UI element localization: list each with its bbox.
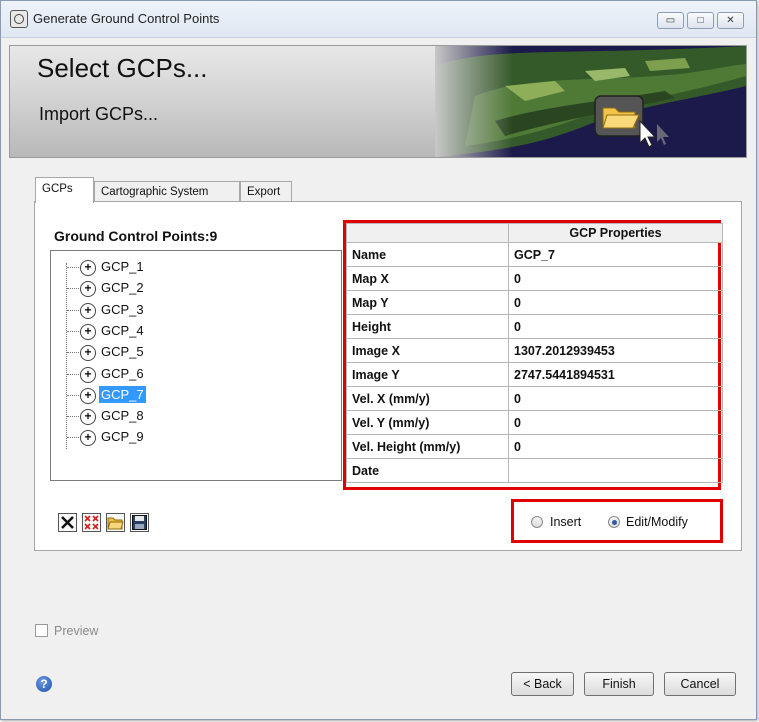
property-row: Name GCP_7 (346, 242, 723, 267)
close-button[interactable]: ✕ (717, 12, 744, 29)
tree-branch-line (67, 416, 81, 418)
tree-item-label: GCP_8 (101, 408, 144, 424)
property-key: Name (346, 242, 509, 267)
gcp-properties-table: GCP Properties Name GCP_7 Map X 0 Map Y 0 Heig… (346, 223, 723, 483)
insert-label: Insert (550, 515, 582, 529)
app-icon (10, 10, 28, 28)
gcp-node-icon: + (80, 430, 96, 447)
minimize-button[interactable]: ▭ (657, 12, 684, 29)
delete-gcp-button[interactable] (58, 513, 77, 532)
property-key: Map Y (346, 290, 509, 315)
tab-export[interactable]: Export (240, 181, 292, 201)
tree-branch-line (67, 267, 81, 268)
tree-branch-line (67, 288, 81, 290)
select-gcps-title: Select GCPs... (37, 53, 208, 83)
gcp-tree[interactable]: + GCP_1 + GCP_2 + GCP_3 + GCP_4 + GCP_5 + GCP_6 + GCP… (50, 250, 342, 481)
gcp-count: 9 (209, 228, 218, 244)
property-value[interactable]: 0 (508, 266, 723, 291)
property-row: Image Y 2747.5441894531 (346, 362, 723, 387)
properties-header-corner (346, 223, 509, 243)
property-value[interactable]: 0 (508, 290, 723, 315)
preview-checkbox[interactable] (35, 624, 48, 637)
property-row: Vel. X (mm/y) 0 (346, 386, 723, 411)
property-row: Height 0 (346, 314, 723, 339)
property-key: Image Y (346, 362, 509, 387)
save-icon (132, 515, 147, 530)
tab-cartographic-system[interactable]: Cartographic System (94, 181, 240, 201)
gcp-node-icon: + (80, 409, 96, 426)
save-gcp-file-button[interactable] (130, 513, 149, 532)
property-value[interactable]: 0 (508, 434, 723, 459)
property-key: Vel. X (mm/y) (346, 386, 509, 411)
cancel-button[interactable]: Cancel (664, 672, 736, 696)
tree-branch-line (67, 373, 81, 375)
property-value[interactable] (508, 458, 723, 483)
delete-all-gcps-button[interactable] (82, 513, 101, 532)
property-key: Vel. Height (mm/y) (346, 434, 509, 459)
satellite-image (435, 46, 746, 157)
gcp-node-icon: + (80, 387, 96, 404)
properties-header-row: GCP Properties (346, 223, 723, 243)
tree-item-label: GCP_6 (101, 365, 144, 381)
folder-icon (107, 517, 124, 530)
tab-gcps[interactable]: GCPs (35, 177, 94, 203)
tree-connector (66, 263, 67, 449)
header-banner: Select GCPs... Import GCPs... (9, 45, 747, 158)
gcp-node-icon: + (80, 302, 96, 319)
tree-item-label: GCP_9 (101, 429, 144, 445)
property-key: Date (346, 458, 509, 483)
properties-header: GCP Properties (508, 223, 723, 243)
property-row: Vel. Y (mm/y) 0 (346, 410, 723, 435)
open-folder-icon (594, 95, 644, 137)
tree-item-label: GCP_5 (101, 344, 144, 360)
property-value[interactable]: 2747.5441894531 (508, 362, 723, 387)
edit-modify-label: Edit/Modify (626, 515, 688, 529)
gcp-node-icon: + (80, 260, 96, 276)
gcp-node-icon: + (80, 281, 96, 298)
help-icon[interactable]: ? (36, 676, 52, 692)
gcp-node-icon: + (80, 323, 96, 340)
property-row: Date (346, 458, 723, 483)
property-value[interactable]: 0 (508, 314, 723, 339)
open-gcp-file-button[interactable] (106, 513, 125, 532)
tree-item-label: GCP_1 (101, 259, 144, 274)
finish-button[interactable]: Finish (584, 672, 654, 696)
delete-icon (61, 516, 74, 529)
tree-branch-line (67, 309, 81, 311)
tree-branch-line (67, 437, 81, 439)
tree-item-label: GCP_2 (101, 280, 144, 296)
tree-branch-line (67, 330, 81, 332)
window-title: Generate Ground Control Points (33, 11, 220, 26)
property-key: Height (346, 314, 509, 339)
property-row: Vel. Height (mm/y) 0 (346, 434, 723, 459)
maximize-button[interactable]: □ (687, 12, 714, 29)
tree-item-label: GCP_7 (99, 385, 146, 403)
tree-branch-line (67, 394, 81, 396)
title-bar: Generate Ground Control Points ▭ □ ✕ (1, 1, 756, 38)
property-value[interactable]: 1307.2012939453 (508, 338, 723, 363)
gcp-list-heading: Ground Control Points:9 (54, 228, 217, 244)
property-row: Map Y0 (346, 290, 723, 315)
gcp-node-icon: + (80, 345, 96, 362)
import-gcps-link[interactable]: Import GCPs... (39, 104, 158, 125)
property-value[interactable]: 0 (508, 410, 723, 435)
tree-item-label: GCP_4 (101, 322, 144, 338)
property-key: Map X (346, 266, 509, 291)
tree-branch-line (67, 352, 81, 354)
gcp-list-heading-label: Ground Control Points: (54, 228, 210, 244)
insert-radio[interactable] (531, 516, 543, 528)
edit-modify-radio[interactable] (608, 516, 620, 528)
back-button[interactable]: < Back (511, 672, 574, 696)
tree-item-label: GCP_3 (101, 301, 144, 317)
property-value[interactable]: 0 (508, 386, 723, 411)
property-row: Map X0 (346, 266, 723, 291)
property-row: Image X 1307.2012939453 (346, 338, 723, 363)
delete-all-icon (84, 515, 99, 530)
property-key: Image X (346, 338, 509, 363)
gcp-node-icon: + (80, 366, 96, 383)
property-key: Vel. Y (mm/y) (346, 410, 509, 435)
preview-label: Preview (54, 624, 99, 638)
property-value[interactable]: GCP_7 (508, 242, 723, 267)
